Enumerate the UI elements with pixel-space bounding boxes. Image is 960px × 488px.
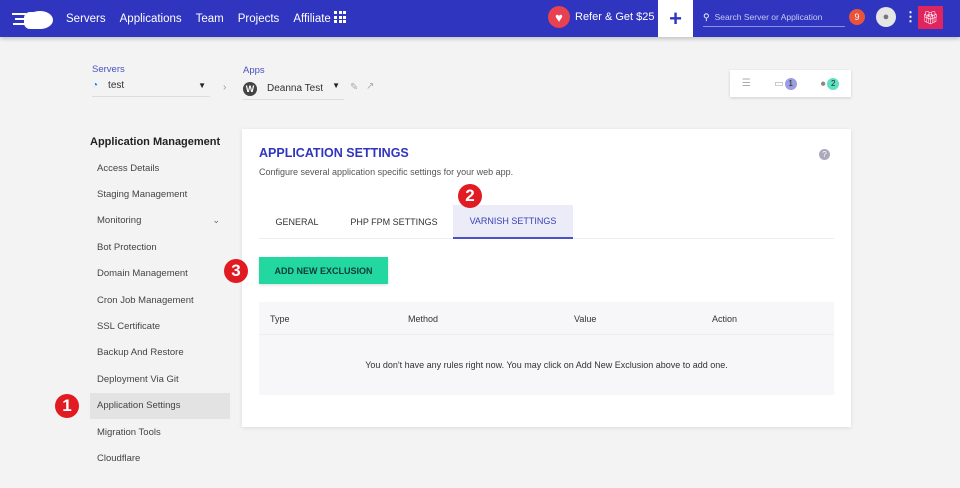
sidebar-item-cloudflare[interactable]: Cloudflare [90,445,230,471]
list-icon[interactable]: ☰ [742,78,751,89]
sidebar-title: Application Management [90,136,221,148]
servers-label: Servers [92,64,125,75]
folder-button[interactable]: ▭ 1 [774,77,797,90]
caret-down-icon: ▼ [332,81,340,90]
column-method: Method [408,314,439,324]
step-marker-1: 1 [55,394,79,418]
server-name: test [108,80,125,91]
search-input[interactable] [714,12,835,22]
apps-grid-icon[interactable] [334,11,346,23]
app-name: Deanna Test [267,83,323,94]
wordpress-icon: W [243,81,257,96]
sidebar-item-bot-protection[interactable]: Bot Protection [90,234,230,260]
page-subtitle: Configure several application specific s… [259,167,514,177]
sidebar-item-label: Monitoring [97,215,142,227]
sidebar-item-staging-management[interactable]: Staging Management [90,181,230,207]
chevron-right-icon: › [223,82,227,93]
nav-affiliate[interactable]: Affiliate [293,13,331,25]
add-button[interactable]: + [658,0,693,37]
folder-count: 1 [784,77,797,90]
sidebar-item-application-settings[interactable]: Application Settings [90,392,230,419]
step-marker-2: 2 [458,184,482,208]
edit-icon[interactable]: ✎ [350,82,358,93]
sidebar-item-migration-tools[interactable]: Migration Tools [90,419,230,445]
notifications-badge[interactable]: 9 [849,9,865,25]
refer-button[interactable]: ♥ Refer & Get $25 [548,6,655,28]
users-count: 2 [827,77,840,90]
app-select[interactable]: W Deanna Test ▼ [243,78,344,100]
user-icon: ● [820,78,827,89]
gift-icon[interactable]: 🎁︎ [918,6,943,29]
top-nav-bar: Servers Applications Team Projects Affil… [0,0,960,37]
folder-icon: ▭ [774,78,784,89]
tab-general[interactable]: GENERAL [259,205,335,238]
server-select[interactable]: ◔ test ▼ [92,75,210,97]
tab-varnish-settings[interactable]: VARNISH SETTINGS [453,205,573,239]
settings-tabs: GENERAL PHP FPM SETTINGS VARNISH SETTING… [259,205,834,239]
step-marker-3: 3 [224,259,248,283]
search-icon: ⚲ [703,11,710,22]
sidebar-item-domain-management[interactable]: Domain Management [90,261,230,287]
table-header: Type Method Value Action [259,302,834,335]
sidebar-item-access-details[interactable]: Access Details [90,155,230,181]
users-button[interactable]: ● 2 [820,77,840,90]
search-box: ⚲ [703,8,845,27]
help-icon[interactable]: ? [819,149,830,160]
settings-card: APPLICATION SETTINGS Configure several a… [242,129,851,427]
apps-label: Apps [243,65,265,76]
column-type: Type [270,314,290,324]
digitalocean-icon: ◔ [92,80,99,91]
page-title: APPLICATION SETTINGS [259,146,409,160]
column-value: Value [574,314,597,324]
add-new-exclusion-button[interactable]: ADD NEW EXCLUSION [259,257,388,284]
tab-php-fpm-settings[interactable]: PHP FPM SETTINGS [335,205,453,238]
nav-projects[interactable]: Projects [238,13,280,25]
nav-team[interactable]: Team [196,13,224,25]
sidebar-item-ssl-certificate[interactable]: SSL Certificate [90,313,230,339]
sidebar-item-cron-job-management[interactable]: Cron Job Management [90,287,230,313]
chevron-down-icon: ⌄ [212,215,220,226]
sidebar: Access Details Staging Management Monito… [90,155,230,472]
column-action: Action [712,314,738,324]
cloudways-logo[interactable] [12,7,54,29]
exclusions-table: Type Method Value Action You don't have … [259,302,834,395]
caret-down-icon: ▼ [198,81,206,90]
heart-icon: ♥ [548,6,570,28]
empty-message: You don't have any rules right now. You … [365,360,728,370]
more-options-icon[interactable]: ⋮ [904,10,917,24]
sidebar-item-monitoring[interactable]: Monitoring ⌄ [90,208,230,234]
refer-label: Refer & Get $25 [575,11,655,23]
nav-applications[interactable]: Applications [120,13,182,25]
external-link-icon[interactable]: ↗ [366,81,374,92]
app-toolbox: ☰ ▭ 1 ● 2 [730,70,851,97]
sidebar-item-deployment-via-git[interactable]: Deployment Via Git [90,366,230,392]
nav-servers[interactable]: Servers [66,13,106,25]
sidebar-item-backup-and-restore[interactable]: Backup And Restore [90,340,230,366]
user-avatar-icon[interactable]: ● [876,7,896,27]
